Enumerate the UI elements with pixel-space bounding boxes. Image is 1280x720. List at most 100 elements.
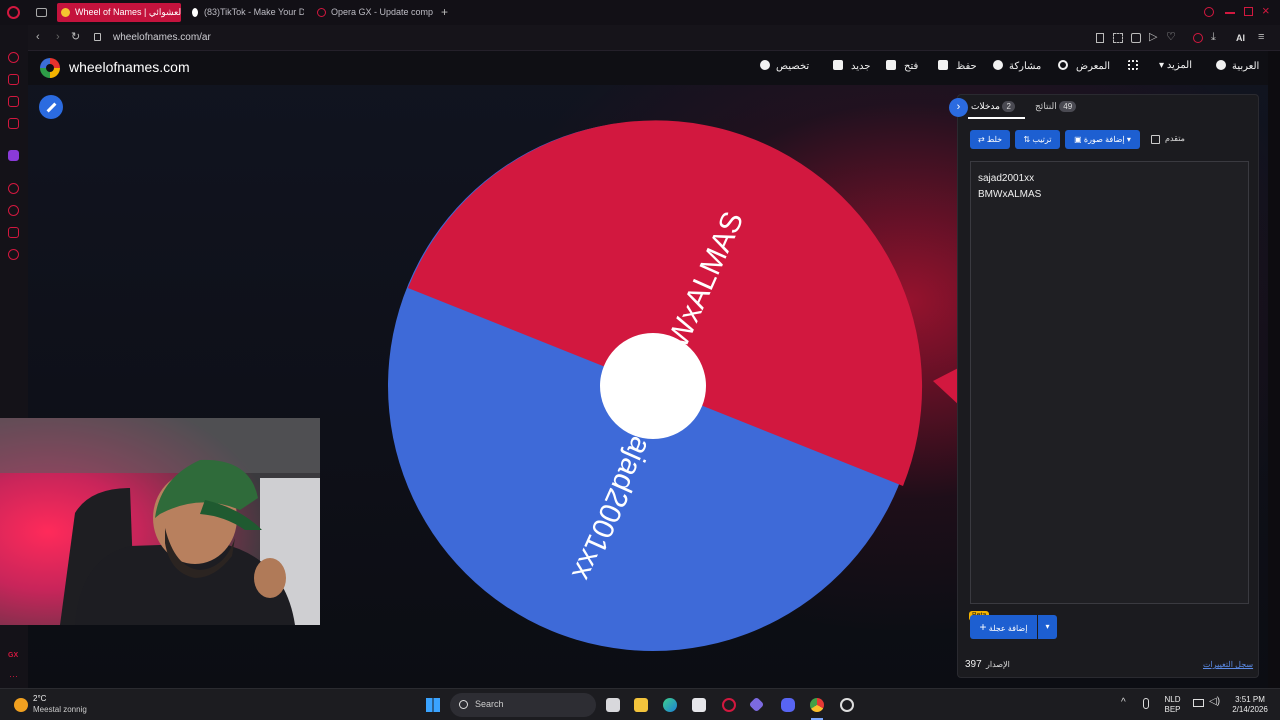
tab-opera-gx-update[interactable]: Opera GX - Update compl: [313, 3, 433, 22]
panel-collapse-button[interactable]: ›: [949, 98, 968, 117]
share-icon: [993, 60, 1003, 70]
tab-list-icon[interactable]: [36, 8, 47, 17]
settings-icon[interactable]: [8, 249, 19, 260]
app-icon[interactable]: [748, 696, 765, 713]
profile-icon[interactable]: [1193, 33, 1203, 43]
discord-icon[interactable]: [781, 698, 795, 712]
tab-results-label: النتائج: [1035, 101, 1057, 111]
changelog-link[interactable]: سجل التغييرات: [1203, 660, 1253, 669]
input-language[interactable]: NLD BEP: [1160, 695, 1185, 715]
gx-corner-icon[interactable]: [8, 74, 19, 85]
heart-icon[interactable]: ♡: [1166, 32, 1176, 43]
opera-gx-taskbar-icon[interactable]: [722, 698, 736, 712]
edit-pencil-button[interactable]: [39, 95, 63, 119]
entry-line: sajad2001xx: [978, 173, 1035, 184]
capture-icon[interactable]: [1113, 33, 1123, 43]
file-explorer-icon[interactable]: [634, 698, 648, 712]
keyboard-layout: BEP: [1164, 705, 1181, 714]
start-button[interactable]: [426, 698, 440, 712]
clock-date: 2/14/2026: [1232, 705, 1268, 714]
block-icon[interactable]: [1131, 33, 1141, 43]
tab-title: Opera GX - Update compl: [331, 7, 433, 17]
site-logo-text[interactable]: wheelofnames.com: [69, 59, 190, 75]
close-icon[interactable]: ×: [1262, 3, 1270, 18]
play-icon[interactable]: ▷: [1149, 32, 1157, 43]
version-label: الإصدار: [986, 660, 1010, 669]
pencil-icon: [46, 102, 57, 113]
back-icon[interactable]: ‹: [36, 32, 40, 43]
tray-chevron-icon[interactable]: ^: [1121, 697, 1126, 708]
advanced-checkbox[interactable]: [1151, 135, 1160, 144]
snapshot-icon[interactable]: [1096, 33, 1104, 43]
messenger-icon[interactable]: [8, 96, 19, 107]
obs-icon[interactable]: [840, 698, 854, 712]
person-hand: [254, 558, 286, 598]
player-icon[interactable]: [8, 183, 19, 194]
url-field[interactable]: wheelofnames.com/ar: [113, 32, 211, 43]
language-selector[interactable]: العربية: [1216, 60, 1259, 72]
opera-logo-icon[interactable]: [7, 6, 20, 19]
entries-textarea[interactable]: sajad2001xx BMWxALMAS: [970, 161, 1249, 604]
download-icon[interactable]: ⤓: [1211, 32, 1216, 43]
twitch-icon[interactable]: [8, 150, 19, 161]
shuffle-button[interactable]: ⇄ خلط: [970, 130, 1010, 149]
ai-button[interactable]: AI: [1236, 33, 1245, 43]
more-dropdown[interactable]: ▾ المزيد: [1159, 60, 1192, 71]
palette-icon: [760, 60, 770, 70]
tab-tiktok[interactable]: (83)TikTok - Make Your Da: [186, 3, 304, 22]
store-icon[interactable]: [692, 698, 706, 712]
add-image-dropdown[interactable]: ▣ إضافة صورة ▾: [1065, 130, 1140, 149]
new-tab-button[interactable]: +: [441, 5, 448, 19]
reload-icon[interactable]: ↻: [71, 32, 80, 43]
microphone-icon[interactable]: [1143, 698, 1149, 709]
fullscreen-button[interactable]: [1128, 60, 1138, 72]
weather-desc[interactable]: Meestal zonnig: [33, 705, 87, 714]
wheel[interactable]: BMWxALMAS sajad2001xx: [368, 101, 968, 661]
results-count-badge: 49: [1059, 101, 1077, 112]
task-view-icon[interactable]: [606, 698, 620, 712]
instagram-icon[interactable]: [8, 118, 19, 129]
extensions-icon[interactable]: [8, 227, 19, 238]
new-button[interactable]: جديد: [833, 60, 870, 72]
tab-results[interactable]: النتائج 49: [1035, 101, 1077, 112]
customize-label: تخصيص: [776, 61, 810, 72]
customize-button[interactable]: تخصيص: [760, 60, 809, 72]
shuffle-icon: ⇄: [977, 135, 985, 144]
browser-tab-bar: Wheel of Names | العشوائي (83)TikTok - M…: [0, 0, 1280, 25]
maximize-icon[interactable]: [1244, 7, 1253, 16]
open-button[interactable]: فتح: [886, 60, 918, 72]
add-wheel-dropdown[interactable]: ▾: [1038, 615, 1057, 639]
share-label: مشاركة: [1009, 61, 1042, 72]
site-logo-icon[interactable]: [40, 58, 60, 78]
add-image-label: إضافة صورة: [1083, 135, 1125, 144]
forward-icon[interactable]: ›: [56, 32, 60, 43]
volume-icon[interactable]: ◁): [1209, 696, 1220, 707]
taskbar-search[interactable]: Search: [450, 693, 596, 717]
gallery-button[interactable]: المعرض: [1058, 60, 1110, 72]
network-icon[interactable]: [1193, 699, 1204, 707]
share-button[interactable]: مشاركة: [993, 60, 1041, 72]
version-number: 397: [965, 659, 982, 670]
webcam-scene: [0, 418, 320, 625]
weather-icon[interactable]: [14, 698, 28, 712]
sort-button[interactable]: ⇅ ترتيب: [1015, 130, 1060, 149]
search-icon: [459, 700, 468, 709]
chrome-icon[interactable]: [810, 698, 824, 712]
tab-entries[interactable]: مدخلات 2: [971, 101, 1015, 112]
entry-line: BMWxALMAS: [978, 189, 1042, 200]
search-tabs-icon[interactable]: [1204, 7, 1214, 17]
clock[interactable]: 3:51 PM 2/14/2026: [1227, 695, 1273, 715]
tab-wheel-of-names[interactable]: Wheel of Names | العشوائي: [57, 3, 181, 22]
wheel-center[interactable]: [600, 333, 706, 439]
sidebar-more-icon[interactable]: ···: [9, 671, 18, 681]
fullscreen-icon: [1128, 60, 1138, 70]
gx-control-icon[interactable]: [8, 52, 19, 63]
menu-icon[interactable]: ≡: [1258, 32, 1264, 43]
edge-icon[interactable]: [663, 698, 677, 712]
folder-icon: [886, 60, 896, 70]
add-wheel-button[interactable]: + إضافة عجلة: [970, 615, 1037, 639]
history-icon[interactable]: [8, 205, 19, 216]
minimize-icon[interactable]: [1225, 12, 1235, 14]
weather-temp[interactable]: 2°C: [33, 694, 46, 703]
save-button[interactable]: حفظ: [938, 60, 977, 72]
